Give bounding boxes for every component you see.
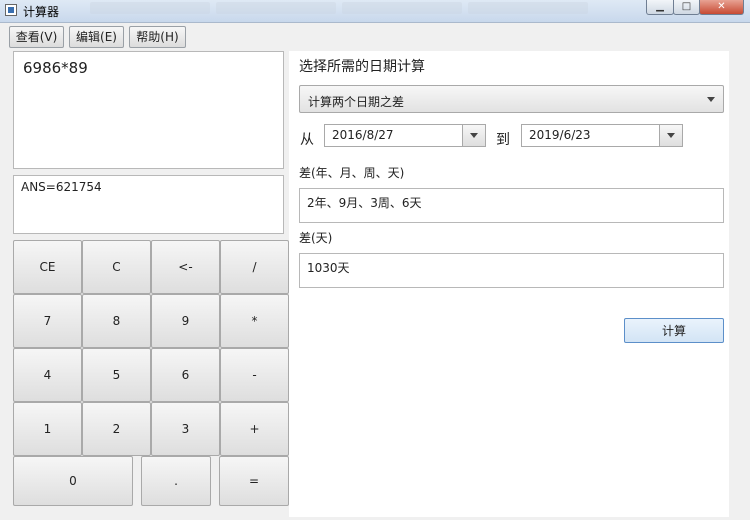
from-date-value: 2016/8/27 xyxy=(332,128,394,142)
to-date-picker[interactable]: 2019/6/23 xyxy=(521,124,683,147)
diff-ymwd-output: 2年、9月、3周、6天 xyxy=(299,188,724,223)
key-5[interactable]: 5 xyxy=(82,348,151,402)
menu-bar: 查看(V) 编辑(E) 帮助(H) xyxy=(0,23,750,49)
answer-display: ANS=621754 xyxy=(13,175,284,234)
key-6[interactable]: 6 xyxy=(151,348,220,402)
key-multiply[interactable]: * xyxy=(220,294,289,348)
diff-days-label: 差(天) xyxy=(299,231,333,245)
menu-view[interactable]: 查看(V) xyxy=(9,26,64,48)
key-9[interactable]: 9 xyxy=(151,294,220,348)
calculate-button[interactable]: 计算 xyxy=(624,318,724,343)
to-date-value: 2019/6/23 xyxy=(529,128,591,142)
key-minus[interactable]: - xyxy=(220,348,289,402)
diff-days-output: 1030天 xyxy=(299,253,724,288)
key-7[interactable]: 7 xyxy=(13,294,82,348)
window-title: 计算器 xyxy=(23,5,60,19)
chevron-down-icon xyxy=(707,97,715,102)
background-taskbar-area xyxy=(90,2,620,18)
date-calc-heading: 选择所需的日期计算 xyxy=(299,59,425,75)
diff-ymwd-label: 差(年、月、周、天) xyxy=(299,166,405,180)
chevron-down-icon xyxy=(470,133,478,138)
key-1[interactable]: 1 xyxy=(13,402,82,456)
key-divide[interactable]: / xyxy=(220,240,289,294)
app-icon xyxy=(5,4,17,16)
key-8[interactable]: 8 xyxy=(82,294,151,348)
key-dot[interactable]: . xyxy=(141,456,211,506)
key-4[interactable]: 4 xyxy=(13,348,82,402)
from-label: 从 xyxy=(300,132,314,148)
title-bar: 计算器 ▁ □ ✕ xyxy=(0,0,750,23)
chevron-down-icon xyxy=(667,133,675,138)
from-date-dropdown-button[interactable] xyxy=(462,125,485,146)
mode-select[interactable]: 计算两个日期之差 xyxy=(299,85,724,113)
close-button[interactable]: ✕ xyxy=(699,0,744,15)
menu-help[interactable]: 帮助(H) xyxy=(129,26,186,48)
key-c[interactable]: C xyxy=(82,240,151,294)
to-label: 到 xyxy=(496,132,510,148)
to-date-dropdown-button[interactable] xyxy=(659,125,682,146)
key-2[interactable]: 2 xyxy=(82,402,151,456)
key-backspace[interactable]: <- xyxy=(151,240,220,294)
key-plus[interactable]: + xyxy=(220,402,289,456)
minimize-button[interactable]: ▁ xyxy=(646,0,674,15)
key-equals[interactable]: = xyxy=(219,456,289,506)
key-0[interactable]: 0 xyxy=(13,456,133,506)
maximize-button[interactable]: □ xyxy=(673,0,700,15)
key-3[interactable]: 3 xyxy=(151,402,220,456)
menu-edit[interactable]: 编辑(E) xyxy=(69,26,124,48)
from-date-picker[interactable]: 2016/8/27 xyxy=(324,124,486,147)
key-ce[interactable]: CE xyxy=(13,240,82,294)
expression-display[interactable]: 6986*89 xyxy=(13,51,284,169)
mode-select-value: 计算两个日期之差 xyxy=(308,95,405,109)
